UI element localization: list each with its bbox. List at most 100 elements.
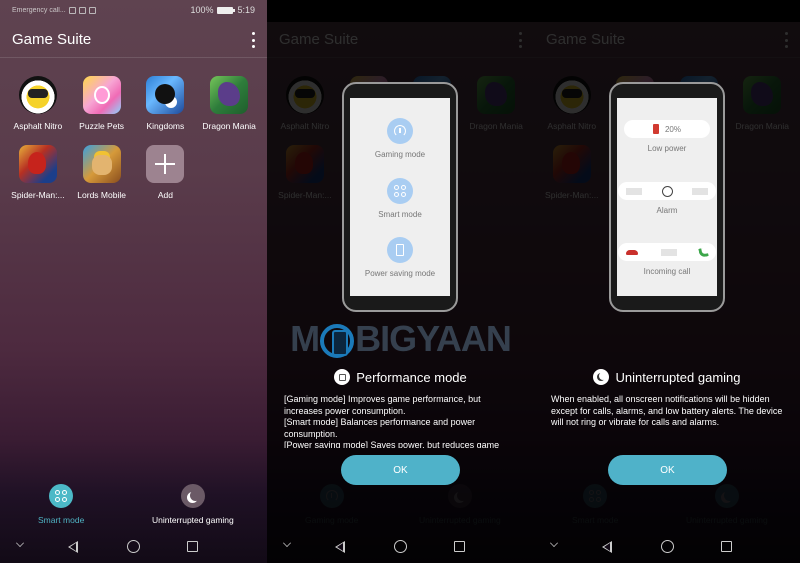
ok-button[interactable]: OK <box>341 455 460 485</box>
game-tile-kingdoms[interactable]: Kingdoms <box>134 76 198 131</box>
dialog-body: When enabled, all onscreen notifications… <box>551 394 783 427</box>
navigation-bar <box>0 531 267 563</box>
illustration-smart-mode: Smart mode <box>350 178 450 219</box>
dialog-title: Uninterrupted gaming <box>534 369 800 385</box>
navigation-bar <box>534 531 800 563</box>
illustration-label: Power saving mode <box>364 269 436 278</box>
game-tile-spider-man[interactable]: Spider-Man:... <box>6 145 70 200</box>
dialog-body-line: [Power saving mode] Saves power, but red… <box>284 440 500 448</box>
game-tile-asphalt-nitro[interactable]: Asphalt Nitro <box>6 76 70 131</box>
dialog-title-text: Performance mode <box>356 369 467 385</box>
game-label: Kingdoms <box>146 121 185 131</box>
battery-percent: 20% <box>664 124 681 134</box>
illustration-low-power: 20% Low power <box>617 120 717 153</box>
alarm-clock-icon <box>661 185 673 197</box>
smart-mode-icon <box>49 484 74 508</box>
game-label: Lords Mobile <box>77 190 126 200</box>
back-icon[interactable] <box>68 541 78 553</box>
decline-call-icon <box>626 249 638 255</box>
illustration-alarm: Alarm <box>617 182 717 215</box>
moon-icon <box>180 484 205 508</box>
battery-icon <box>387 237 413 263</box>
battery-percent: 100% <box>190 5 214 15</box>
battery-icon <box>217 6 236 14</box>
gallery-icon <box>88 7 96 14</box>
illustration-power-saving-mode: Power saving mode <box>350 237 450 278</box>
puzzle-pets-icon <box>82 76 121 114</box>
dialog-body-line: [Gaming mode] Improves game performance,… <box>284 394 481 416</box>
chevron-down-icon[interactable] <box>283 539 291 547</box>
game-label: Asphalt Nitro <box>13 121 63 131</box>
status-bar <box>534 0 800 22</box>
game-label: Puzzle Pets <box>79 121 125 131</box>
plus-icon <box>146 145 185 183</box>
back-icon[interactable] <box>335 541 345 553</box>
status-bar <box>267 0 534 22</box>
recents-icon[interactable] <box>187 541 198 552</box>
game-suite-screen: Emergency call... 100% 5:19 Game Suite A… <box>0 0 267 563</box>
home-icon[interactable] <box>661 540 674 553</box>
game-tile-dragon-mania[interactable]: Dragon Mania <box>197 76 261 131</box>
dialog-title-text: Uninterrupted gaming <box>615 369 741 385</box>
smart-mode-toggle[interactable]: Smart mode <box>38 484 84 525</box>
chevron-down-icon[interactable] <box>16 539 24 547</box>
recents-icon[interactable] <box>454 541 465 552</box>
battery-pill: 20% <box>624 120 710 138</box>
accept-call-icon <box>698 246 709 258</box>
illustration-incoming-call: Incoming call <box>617 243 717 276</box>
illustration-gaming-mode: Gaming mode <box>350 118 450 159</box>
clock: 5:19 <box>237 5 255 15</box>
uninterrupted-illustration: 20% Low power Alarm Incoming call <box>609 82 725 312</box>
moon-icon <box>593 369 610 385</box>
illustration-label: Smart mode <box>378 210 422 219</box>
illustration-label: Gaming mode <box>374 150 426 159</box>
add-game-button[interactable]: Add <box>134 145 198 200</box>
call-pill <box>618 243 716 261</box>
game-label: Spider-Man:... <box>11 190 65 200</box>
home-icon[interactable] <box>127 540 140 553</box>
add-label: Add <box>157 190 173 200</box>
recents-icon[interactable] <box>721 541 732 552</box>
performance-mode-screen: Game Suite Asphalt Nitro Puzzle Pets Kin… <box>267 0 534 563</box>
mode-label: Smart mode <box>38 515 85 525</box>
dialog-body[interactable]: [Gaming mode] Improves game performance,… <box>284 394 520 448</box>
game-grid: Asphalt Nitro Puzzle Pets Kingdoms Drago… <box>6 76 261 200</box>
game-tile-lords-mobile[interactable]: Lords Mobile <box>70 145 134 200</box>
ok-button[interactable]: OK <box>608 455 727 485</box>
game-label: Dragon Mania <box>202 121 256 131</box>
gauge-icon <box>387 118 413 144</box>
carrier-text: Emergency call... <box>12 7 66 14</box>
message-icon <box>78 7 86 14</box>
dialog-title: Performance mode <box>267 369 534 385</box>
uninterrupted-gaming-screen: Game Suite Asphalt Nitro Puzzle Pets Kin… <box>534 0 800 563</box>
illustration-label: Incoming call <box>643 267 691 276</box>
lords-mobile-icon <box>82 145 121 183</box>
back-icon[interactable] <box>602 541 612 553</box>
kingdoms-icon <box>146 76 185 114</box>
dragon-mania-icon <box>210 76 249 114</box>
watermark-logo-icon <box>320 324 355 359</box>
illustration-label: Alarm <box>656 206 678 215</box>
game-tile-puzzle-pets[interactable]: Puzzle Pets <box>70 76 134 131</box>
dialog-body-line: [Smart mode] Balances performance and po… <box>284 417 476 439</box>
alarm-pill <box>618 182 716 200</box>
mode-illustration: Gaming mode Smart mode Power saving mode <box>342 82 458 312</box>
uninterrupted-gaming-toggle[interactable]: Uninterrupted gaming <box>152 484 234 525</box>
mode-bar: Smart mode Uninterrupted gaming <box>0 484 267 528</box>
low-battery-icon <box>652 124 659 134</box>
navigation-bar <box>267 531 534 563</box>
smart-mode-icon <box>387 178 413 204</box>
page-title: Game Suite <box>12 31 92 48</box>
performance-icon <box>334 369 351 385</box>
status-bar: Emergency call... 100% 5:19 <box>0 0 267 22</box>
home-icon[interactable] <box>394 540 407 553</box>
illustration-label: Low power <box>647 144 687 153</box>
sim-icon <box>68 7 76 14</box>
chevron-down-icon[interactable] <box>550 539 558 547</box>
spider-man-icon <box>18 145 57 183</box>
watermark: M BIGYAAN <box>290 318 512 359</box>
mode-label: Uninterrupted gaming <box>152 515 234 525</box>
asphalt-nitro-icon <box>18 76 57 114</box>
app-bar: Game Suite <box>0 22 267 58</box>
more-vert-icon[interactable] <box>251 32 255 48</box>
